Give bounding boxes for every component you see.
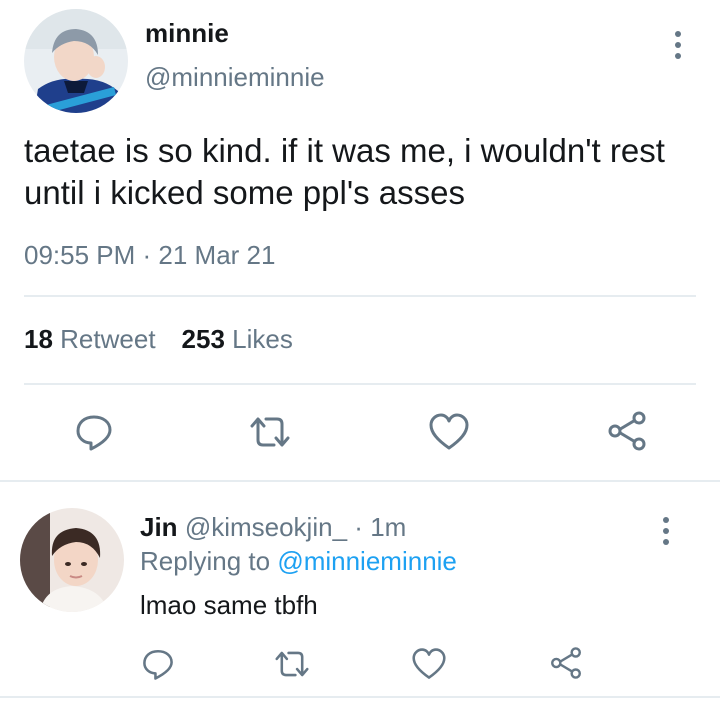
divider bbox=[24, 383, 696, 385]
main-handle[interactable]: @minnieminnie bbox=[145, 62, 325, 93]
like-label[interactable]: Likes bbox=[232, 324, 293, 354]
retweet-label[interactable]: Retweet bbox=[60, 324, 155, 354]
replying-to-label: Replying to bbox=[140, 546, 271, 576]
retweet-button[interactable] bbox=[248, 412, 292, 452]
tweet-text: taetae is so kind. if it was me, i would… bbox=[24, 132, 665, 211]
reply-handle[interactable]: @kimseokjin_ bbox=[185, 512, 347, 542]
kebab-vertical-icon[interactable] bbox=[662, 517, 670, 545]
reply-retweet-button[interactable] bbox=[272, 646, 312, 682]
reply-text: lmao same tbfh bbox=[140, 590, 318, 620]
reply-time: 1m bbox=[370, 512, 407, 542]
main-display-name[interactable]: minnie bbox=[145, 18, 229, 49]
reply-button[interactable] bbox=[74, 412, 114, 452]
reply-like-button[interactable] bbox=[410, 646, 448, 682]
reply-reply-button[interactable] bbox=[140, 646, 176, 682]
bottom-divider bbox=[0, 696, 720, 698]
reply-avatar[interactable] bbox=[20, 508, 124, 612]
retweet-arrows-icon bbox=[275, 651, 309, 677]
like-button[interactable] bbox=[428, 412, 470, 452]
replying-to: Replying to @minnieminnie bbox=[140, 546, 457, 577]
share-button[interactable] bbox=[606, 410, 648, 452]
share-nodes-icon bbox=[608, 411, 646, 451]
share-nodes-icon bbox=[551, 647, 581, 679]
reply-header: Jin @kimseokjin_ · 1m bbox=[140, 512, 406, 543]
replying-to-mention[interactable]: @minnieminnie bbox=[277, 546, 457, 576]
main-avatar[interactable] bbox=[24, 9, 128, 113]
reply-share-button[interactable] bbox=[548, 644, 584, 682]
divider bbox=[24, 295, 696, 297]
heart-icon bbox=[429, 413, 469, 450]
retweet-count[interactable]: 18 bbox=[24, 324, 53, 354]
reply-separator: · bbox=[354, 512, 363, 542]
reply-display-name[interactable]: Jin bbox=[140, 512, 178, 542]
kebab-vertical-icon[interactable] bbox=[674, 31, 682, 59]
speech-bubble-icon bbox=[76, 415, 112, 451]
tweet-stats: 18 Retweet 253 Likes bbox=[24, 324, 293, 355]
retweet-arrows-icon bbox=[250, 417, 290, 447]
speech-bubble-icon bbox=[143, 649, 173, 680]
section-divider bbox=[0, 480, 720, 482]
tweet-timestamp: 09:55 PM · 21 Mar 21 bbox=[24, 240, 276, 270]
like-count[interactable]: 253 bbox=[182, 324, 225, 354]
heart-icon bbox=[412, 648, 446, 679]
